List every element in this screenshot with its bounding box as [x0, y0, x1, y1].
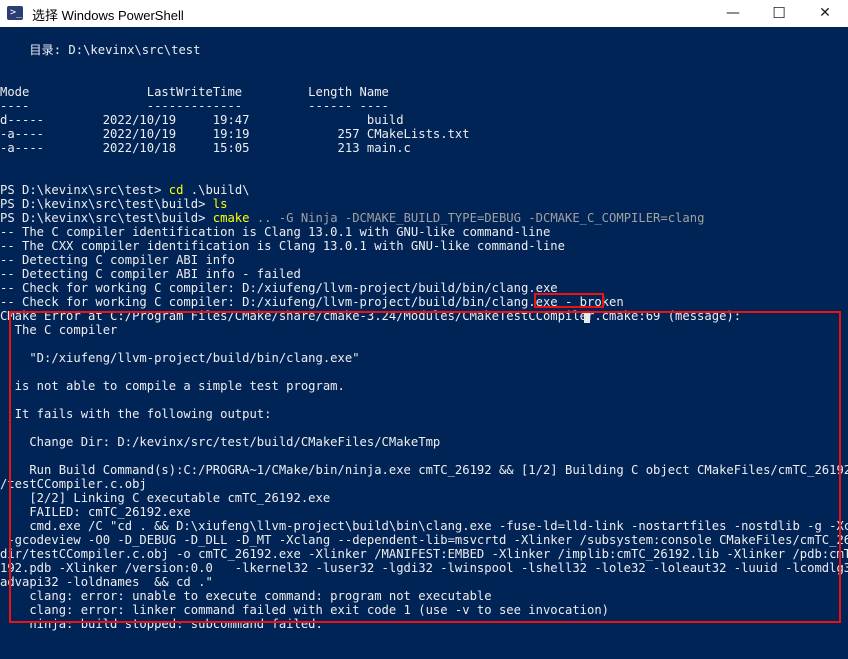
command-line: PS D:\kevinx\src\test\build> cmake .. -G… [0, 211, 704, 225]
highlight-broken [534, 293, 604, 308]
listing-header: Mode LastWriteTime Length Name [0, 85, 389, 99]
prompt: PS D:\kevinx\src\test\build> [0, 197, 213, 211]
window-title: 选择 Windows PowerShell [32, 8, 184, 23]
output-line: -- The CXX compiler identification is Cl… [0, 239, 565, 253]
command-args: .. -G Ninja -DCMAKE_BUILD_TYPE=DEBUG -DC… [249, 211, 705, 225]
output-line: -- Detecting C compiler ABI info [0, 253, 235, 267]
highlight-error-block [9, 311, 841, 623]
maximize-button[interactable]: ☐ [756, 0, 802, 27]
listing-row: d----- 2022/10/19 19:47 build [0, 113, 404, 127]
console-area[interactable]: 目录: D:\kevinx\src\test Mode LastWriteTim… [0, 27, 848, 659]
prompt: PS D:\kevinx\src\test\build> [0, 211, 213, 225]
output-line: -- Detecting C compiler ABI info - faile… [0, 267, 301, 281]
command-line: PS D:\kevinx\src\test\build> ls [0, 197, 227, 211]
prompt: PS D:\kevinx\src\test> [0, 183, 169, 197]
command: ls [212, 197, 228, 211]
listing-row: -a---- 2022/10/18 15:05 213 main.c [0, 141, 411, 155]
listing-separator: ---- ------------- ------ ---- [0, 99, 389, 113]
command-args: .\build\ [183, 183, 250, 197]
output-line: -- The C compiler identification is Clan… [0, 225, 551, 239]
command-line: PS D:\kevinx\src\test> cd .\build\ [0, 183, 250, 197]
output-line: -- Check for working C compiler: D:/xiuf… [0, 281, 558, 295]
minimize-button[interactable]: — [710, 0, 756, 27]
close-button[interactable]: ✕ [802, 0, 848, 27]
listing-row: -a---- 2022/10/19 19:19 257 CMakeLists.t… [0, 127, 470, 141]
title-bar[interactable]: >_ 选择 Windows PowerShell — ☐ ✕ [0, 0, 848, 27]
command: cd [168, 183, 184, 197]
powershell-window: >_ 选择 Windows PowerShell — ☐ ✕ 目录: D:\ke… [0, 0, 848, 659]
command: cmake [212, 211, 250, 225]
directory-header: 目录: D:\kevinx\src\test [0, 43, 201, 57]
powershell-icon: >_ [7, 6, 23, 20]
output-line: -- Check for working C compiler: D:/xiuf… [0, 295, 624, 309]
